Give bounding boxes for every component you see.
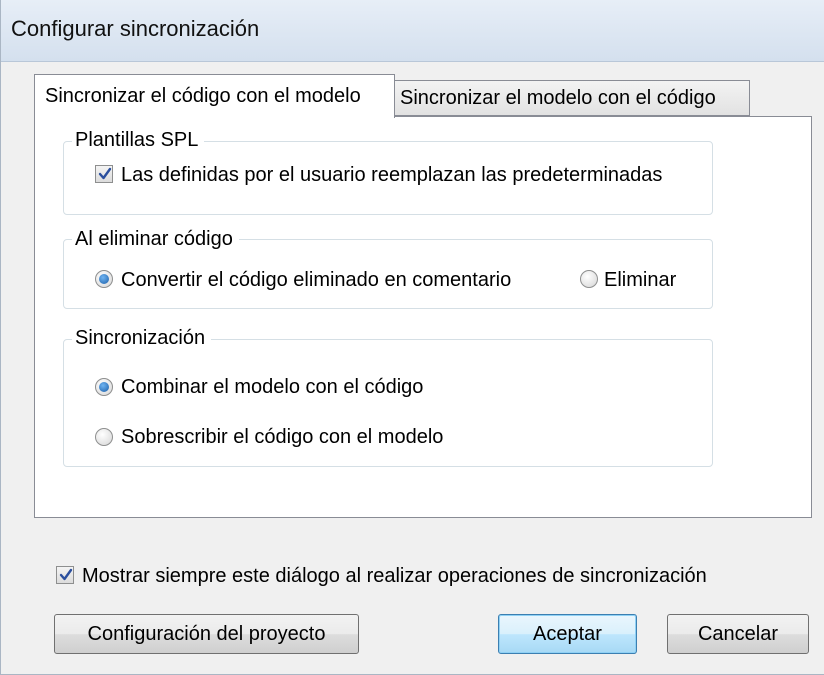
label-delete-code: Eliminar <box>604 269 677 291</box>
label-comment-out-code: Convertir el código eliminado en comenta… <box>121 269 512 291</box>
checkbox-user-templates-override[interactable] <box>95 165 113 183</box>
radio-overwrite-code-with-model[interactable] <box>95 428 113 446</box>
label-overwrite-code-with-model: Sobrescribir el código con el modelo <box>121 426 444 448</box>
tab-label: Sincronizar el modelo con el código <box>400 86 716 109</box>
group-label-delete: Al eliminar código <box>72 228 239 250</box>
radio-merge-model-with-code[interactable] <box>95 378 113 396</box>
accept-button[interactable]: Aceptar <box>498 614 637 654</box>
radio-selected-dot <box>99 274 109 284</box>
checkbox-always-show-dialog[interactable] <box>56 566 74 584</box>
label-merge-model-with-code: Combinar el modelo con el código <box>121 376 424 398</box>
project-settings-button[interactable]: Configuración del proyecto <box>54 614 359 654</box>
label-always-show-dialog: Mostrar siempre este diálogo al realizar… <box>82 565 707 587</box>
cancel-button[interactable]: Cancelar <box>667 614 809 654</box>
tab-sync-model-with-code[interactable]: Sincronizar el modelo con el código <box>395 80 750 116</box>
label-user-templates-override: Las definidas por el usuario reemplazan … <box>121 164 663 186</box>
radio-delete-code[interactable] <box>580 270 598 288</box>
sync-config-dialog: Configurar sincronización Sincronizar el… <box>0 0 824 675</box>
radio-comment-out-code[interactable] <box>95 270 113 288</box>
title-bar[interactable]: Configurar sincronización <box>1 0 824 62</box>
tab-panel: Plantillas SPL Las definidas por el usua… <box>34 116 812 518</box>
radio-selected-dot <box>99 382 109 392</box>
check-mark-icon <box>59 568 73 581</box>
check-mark-icon <box>98 167 112 180</box>
group-label-sync: Sincronización <box>72 327 212 349</box>
dialog-title: Configurar sincronización <box>11 16 260 41</box>
tab-sync-code-with-model[interactable]: Sincronizar el código con el modelo <box>34 74 395 118</box>
tab-label: Sincronizar el código con el modelo <box>45 85 361 107</box>
group-label-spl: Plantillas SPL <box>72 129 205 151</box>
